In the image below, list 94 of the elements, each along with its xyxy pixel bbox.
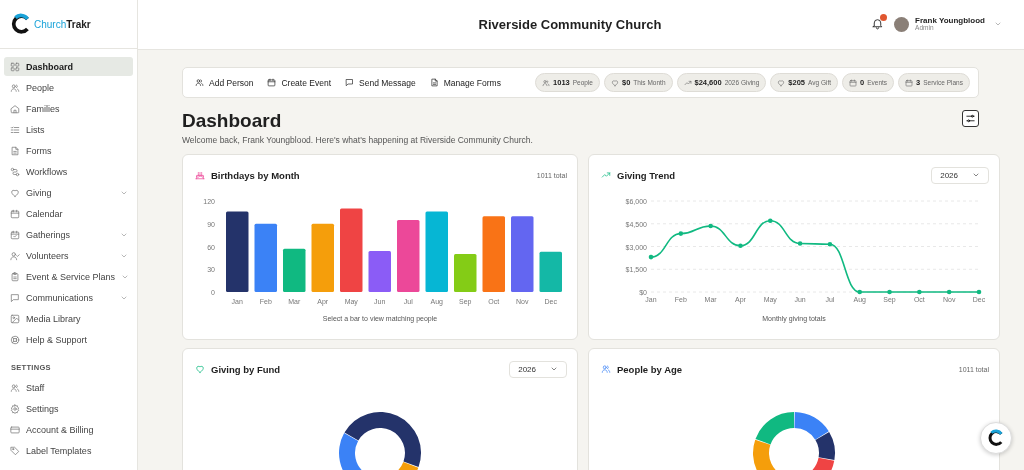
sidebar-item[interactable]: Workflows (4, 162, 133, 181)
sidebar-item[interactable]: Label Templates (4, 441, 133, 460)
calendar-icon (905, 78, 914, 87)
chart-bar[interactable] (368, 251, 391, 292)
sidebar-item[interactable]: People (4, 78, 133, 97)
data-point (857, 289, 863, 295)
chevron-down-icon (972, 171, 980, 179)
data-point (797, 241, 803, 246)
people-icon (195, 78, 204, 87)
data-point (738, 243, 743, 249)
trend-up-icon (601, 170, 611, 180)
sidebar-item[interactable]: Account & Billing (4, 420, 133, 439)
people-icon (542, 78, 551, 87)
sidebar-item[interactable]: Forms (4, 141, 133, 160)
sidebar-item[interactable]: Volunteers (4, 246, 133, 265)
chart-bar[interactable] (283, 248, 306, 292)
credit-card-icon (10, 424, 20, 435)
sidebar-item[interactable]: Calendar (4, 204, 133, 223)
sidebar-item[interactable]: Lists (4, 120, 133, 139)
page-subtitle: Welcome back, Frank Youngblood. Here's what's happening at Riverside Community Church. (182, 135, 533, 145)
sidebar-item[interactable]: Event & Service Plans (4, 267, 133, 286)
logo-mark-icon (987, 429, 1005, 447)
sidebar-item[interactable]: Giving (4, 183, 133, 202)
dashboard-grid-icon (10, 61, 20, 72)
sidebar-item[interactable]: Communications (4, 288, 133, 307)
sliders-icon (965, 113, 976, 124)
data-point (917, 289, 922, 295)
bell-icon (870, 17, 884, 31)
quick-action-button[interactable]: Send Message (345, 77, 416, 88)
calendar-icon (267, 78, 277, 87)
people-icon (601, 364, 611, 374)
chevron-down-icon (550, 365, 558, 373)
sidebar-item[interactable]: Media Library (4, 309, 133, 328)
data-point (827, 241, 833, 247)
chart-bar[interactable] (511, 216, 534, 292)
cake-icon (195, 170, 205, 180)
document-icon (10, 145, 20, 156)
chart-bar[interactable] (254, 223, 277, 292)
data-point (767, 218, 773, 223)
people-icon (10, 82, 20, 93)
logo-mark-icon (10, 13, 32, 35)
clipboard-icon (10, 271, 20, 282)
year-dropdown[interactable]: 2026 (931, 166, 989, 184)
calendar-check-icon (10, 229, 20, 240)
logo-text: ChurchTrakr (34, 18, 91, 30)
quick-action-button[interactable]: Add Person (195, 77, 254, 88)
sidebar-item[interactable]: Help & Support (4, 330, 133, 349)
church-name-title: Riverside Community Church (477, 17, 663, 32)
list-icon (10, 124, 20, 135)
page-title: Dashboard (182, 110, 283, 132)
data-point (678, 231, 684, 236)
data-point (887, 289, 892, 295)
card-title: Giving Trend (617, 169, 677, 181)
chart-bar[interactable] (539, 251, 562, 292)
quick-action-button[interactable]: Manage Forms (429, 77, 501, 88)
chart-bar[interactable] (226, 211, 249, 292)
year-dropdown[interactable]: 2026 (509, 360, 567, 378)
data-point (946, 289, 952, 295)
image-icon (10, 313, 20, 324)
sidebar-item[interactable]: Dashboard (4, 57, 133, 76)
chart-bar[interactable] (340, 208, 363, 292)
heart-icon (10, 187, 20, 198)
heart-icon (611, 78, 619, 87)
customize-button[interactable] (962, 110, 979, 127)
lifebuoy-icon (10, 334, 20, 345)
card-title: Giving by Fund (211, 363, 282, 375)
card-title: Birthdays by Month (211, 169, 301, 181)
avatar (894, 17, 910, 32)
heart-icon (195, 364, 205, 374)
calendar-icon (849, 78, 858, 87)
sidebar-item[interactable]: Staff (4, 378, 133, 397)
card-title: People by Age (617, 363, 684, 375)
tag-icon (10, 445, 20, 456)
sidebar-item[interactable]: Gatherings (4, 225, 133, 244)
sidebar-item[interactable]: Families (4, 99, 133, 118)
data-point (648, 254, 654, 260)
heart-icon (777, 78, 786, 87)
data-point (976, 289, 982, 295)
quick-action-button[interactable]: Create Event (267, 77, 332, 88)
workflow-icon (10, 166, 20, 177)
chart-bar[interactable] (397, 219, 420, 292)
people-icon (10, 382, 20, 393)
chat-bubble-icon (345, 78, 355, 87)
sidebar-item[interactable]: Settings (4, 399, 133, 418)
user-name: Frank Youngblood (915, 16, 985, 25)
calendar-icon (10, 208, 20, 219)
document-icon (429, 78, 439, 87)
settings-icon (10, 403, 20, 414)
trend-up-icon (683, 78, 692, 87)
notifications-button[interactable] (870, 17, 885, 32)
chat-bubble-icon (10, 292, 20, 303)
user-check-icon (10, 250, 20, 261)
house-icon (10, 103, 20, 114)
data-point (708, 223, 713, 229)
